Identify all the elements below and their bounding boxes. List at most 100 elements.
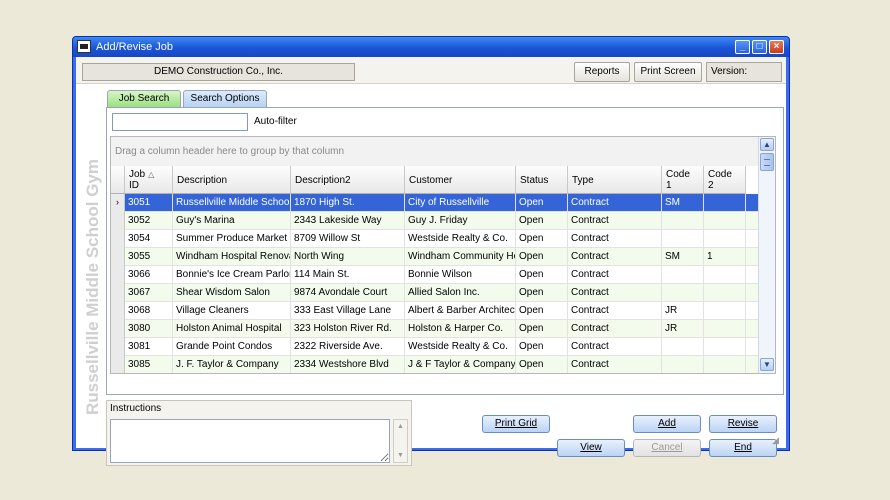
cell-type[interactable]: Contract (568, 302, 662, 320)
scroll-thumb[interactable] (760, 153, 774, 171)
column-header-type[interactable]: Type (568, 166, 662, 194)
end-button[interactable]: End (709, 439, 777, 457)
cell-type[interactable]: Contract (568, 194, 662, 212)
column-header-status[interactable]: Status (516, 166, 568, 194)
cell-status[interactable]: Open (516, 320, 568, 338)
cell-code1[interactable]: SM (662, 194, 704, 212)
title-bar[interactable]: Add/Revise Job _ □ × (73, 37, 789, 57)
table-row[interactable]: 3067 Shear Wisdom Salon 9874 Avondale Cour… (111, 284, 758, 302)
tab-search-options[interactable]: Search Options (183, 90, 267, 107)
table-row[interactable]: 3055Windham Hospital RenovationNorth Win… (111, 248, 758, 266)
cell-code1[interactable] (662, 356, 704, 373)
column-header-job-id[interactable]: Job ID△ (125, 166, 173, 194)
cell-type[interactable]: Contract (568, 230, 662, 248)
cell-type[interactable]: Contract (568, 284, 662, 302)
cell-type[interactable]: Contract (568, 320, 662, 338)
instructions-scroll-up-icon[interactable]: ▲ (395, 421, 406, 432)
cell-job-id[interactable]: 3068 (125, 302, 173, 320)
cell-customer[interactable]: Westside Realty & Co. (405, 338, 516, 356)
cell-code2[interactable]: 1 (704, 248, 746, 266)
cell-description[interactable]: Guy's Marina (173, 212, 291, 230)
cell-job-id[interactable]: 3080 (125, 320, 173, 338)
cell-job-id[interactable]: 3066 (125, 266, 173, 284)
row-selector[interactable] (111, 212, 125, 230)
instructions-scrollbar[interactable]: ▲ ▼ (393, 419, 408, 463)
resize-grip-icon[interactable]: ◢ (772, 435, 782, 445)
minimize-button[interactable]: _ (735, 40, 750, 54)
cell-status[interactable]: Open (516, 356, 568, 373)
close-button[interactable]: × (769, 40, 784, 54)
table-row[interactable]: 3066 Bonnie's Ice Cream Parlor 114 Main St… (111, 266, 758, 284)
cell-job-id[interactable]: 3055 (125, 248, 173, 266)
instructions-scroll-down-icon[interactable]: ▼ (395, 450, 406, 461)
print-grid-button[interactable]: Print Grid (482, 415, 550, 433)
cell-code1[interactable]: JR (662, 302, 704, 320)
cell-status[interactable]: Open (516, 212, 568, 230)
cell-description[interactable]: Shear Wisdom Salon (173, 284, 291, 302)
instructions-field[interactable] (110, 419, 390, 463)
cell-code2[interactable] (704, 302, 746, 320)
cell-description[interactable]: Windham Hospital Renovation (173, 248, 291, 266)
cell-description[interactable]: Bonnie's Ice Cream Parlor (173, 266, 291, 284)
cell-description2[interactable]: 9874 Avondale Court (291, 284, 405, 302)
row-selector[interactable] (111, 356, 125, 373)
cell-description[interactable]: Russellville Middle School Gym (173, 194, 291, 212)
cell-code2[interactable] (704, 284, 746, 302)
cell-description2[interactable]: 114 Main St. (291, 266, 405, 284)
print-screen-button[interactable]: Print Screen (634, 62, 702, 82)
column-header-description[interactable]: Description (173, 166, 291, 194)
row-selector[interactable] (111, 230, 125, 248)
cell-status[interactable]: Open (516, 266, 568, 284)
cell-type[interactable]: Contract (568, 356, 662, 373)
cell-code2[interactable] (704, 194, 746, 212)
cell-job-id[interactable]: 3067 (125, 284, 173, 302)
cell-type[interactable]: Contract (568, 266, 662, 284)
row-selector[interactable] (111, 338, 125, 356)
cell-description2[interactable]: North Wing (291, 248, 405, 266)
cell-description2[interactable]: 2343 Lakeside Way (291, 212, 405, 230)
cell-status[interactable]: Open (516, 248, 568, 266)
maximize-button[interactable]: □ (752, 40, 767, 54)
cell-description[interactable]: J. F. Taylor & Company (173, 356, 291, 373)
row-selector[interactable] (111, 302, 125, 320)
cell-customer[interactable]: J & F Taylor & Company (405, 356, 516, 373)
cell-description2[interactable]: 1870 High St. (291, 194, 405, 212)
cell-job-id[interactable]: 3081 (125, 338, 173, 356)
cell-customer[interactable]: Holston & Harper Co. (405, 320, 516, 338)
cell-customer[interactable]: Allied Salon Inc. (405, 284, 516, 302)
row-selector[interactable] (111, 266, 125, 284)
cell-code2[interactable] (704, 320, 746, 338)
cell-code1[interactable] (662, 230, 704, 248)
view-button[interactable]: View (557, 439, 625, 457)
cell-status[interactable]: Open (516, 284, 568, 302)
table-row[interactable]: 3080 Holston Animal Hospital 323 Holston R… (111, 320, 758, 338)
cell-description[interactable]: Village Cleaners (173, 302, 291, 320)
cell-description[interactable]: Summer Produce Market (173, 230, 291, 248)
cell-customer[interactable]: Windham Community Hospital (405, 248, 516, 266)
cell-code1[interactable] (662, 338, 704, 356)
reports-button[interactable]: Reports (574, 62, 630, 82)
row-selector[interactable] (111, 320, 125, 338)
grid-scrollbar[interactable]: ▲ ▼ (758, 137, 775, 373)
row-selector[interactable] (111, 284, 125, 302)
column-header-customer[interactable]: Customer (405, 166, 516, 194)
cell-customer[interactable]: Albert & Barber Architects (405, 302, 516, 320)
cell-status[interactable]: Open (516, 338, 568, 356)
scroll-down-icon[interactable]: ▼ (760, 358, 774, 371)
cell-status[interactable]: Open (516, 194, 568, 212)
revise-button[interactable]: Revise (709, 415, 777, 433)
table-row[interactable]: 3054 Summer Produce Market 8709 Willow St W… (111, 230, 758, 248)
cell-status[interactable]: Open (516, 230, 568, 248)
cell-code1[interactable] (662, 266, 704, 284)
cell-code1[interactable] (662, 284, 704, 302)
table-row[interactable]: ›3051Russellville Middle School Gym1870 … (111, 194, 758, 212)
cell-code1[interactable] (662, 212, 704, 230)
cell-description2[interactable]: 323 Holston River Rd. (291, 320, 405, 338)
cell-code2[interactable] (704, 338, 746, 356)
cell-description[interactable]: Holston Animal Hospital (173, 320, 291, 338)
cell-job-id[interactable]: 3054 (125, 230, 173, 248)
cell-customer[interactable]: Bonnie Wilson (405, 266, 516, 284)
cell-code2[interactable] (704, 356, 746, 373)
tab-job-search[interactable]: Job Search (107, 90, 181, 107)
cell-customer[interactable]: Westside Realty & Co. (405, 230, 516, 248)
